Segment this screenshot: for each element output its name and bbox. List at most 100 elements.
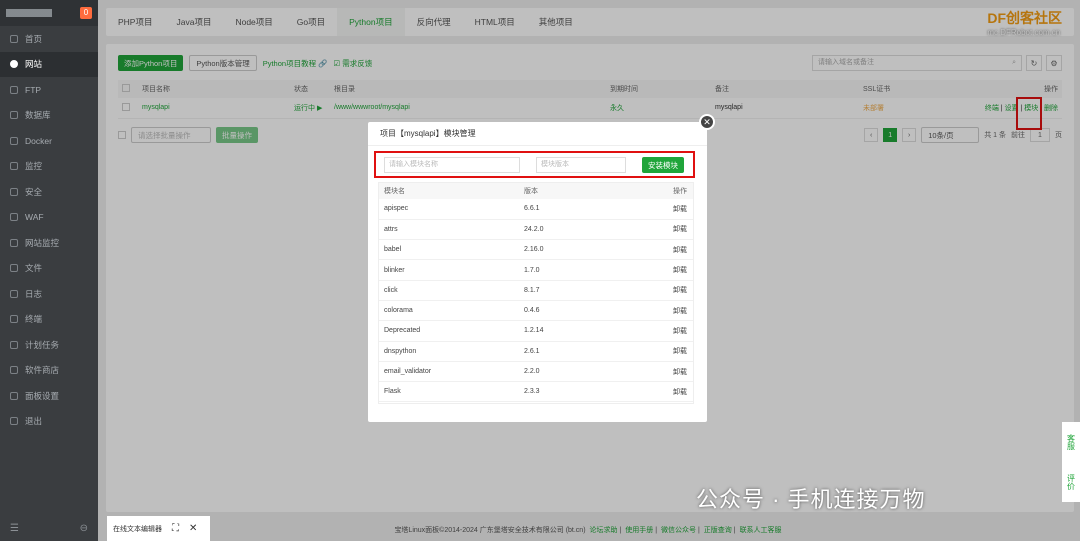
- sidebar-item-icon: [10, 34, 18, 43]
- collapse-icon[interactable]: ⊖: [80, 523, 88, 534]
- sidebar-item[interactable]: 监控: [0, 154, 98, 180]
- sidebar-item[interactable]: 软件商店: [0, 358, 98, 384]
- module-version: 1.2.14: [519, 320, 606, 342]
- uninstall-button[interactable]: 卸载: [605, 341, 693, 362]
- module-row: apispec 6.6.1 卸载: [379, 199, 693, 220]
- uninstall-button[interactable]: 卸载: [605, 320, 693, 342]
- sidebar-item-icon: [10, 238, 18, 247]
- customer-service-button[interactable]: 客服: [1066, 434, 1077, 450]
- module-name: Flask: [379, 381, 519, 403]
- module-manager-dialog: 项目【mysqlapi】模块管理 ✕ 请输入模块名称 模块版本 安装模块 模块名…: [368, 114, 715, 422]
- menu-icon[interactable]: ☰: [10, 523, 19, 534]
- install-row-highlight: [374, 151, 695, 178]
- sidebar-item-label: 计划任务: [25, 339, 60, 350]
- sidebar-item-icon: [10, 162, 18, 171]
- sidebar-item-icon: [10, 187, 18, 196]
- sidebar-item-icon: [10, 213, 18, 222]
- sidebar-item[interactable]: 文件: [0, 256, 98, 282]
- sidebar-item-icon: [10, 111, 18, 120]
- text-editor-tab[interactable]: 在线文本编辑器 ⛶ ✕: [107, 516, 210, 541]
- sidebar-item-label: 首页: [25, 33, 43, 44]
- sidebar-item-icon: [10, 366, 18, 375]
- side-float-panel: 客服 评价: [1062, 422, 1080, 502]
- module-row: Deprecated 1.2.14 卸载: [379, 320, 693, 342]
- uninstall-button[interactable]: 卸载: [605, 300, 693, 322]
- module-row: click 8.1.7 卸载: [379, 280, 693, 301]
- close-editor-icon[interactable]: ✕: [189, 523, 197, 534]
- module-version: 8.1.7: [519, 280, 606, 301]
- sidebar-item-label: 面板设置: [25, 390, 60, 401]
- module-row: dnspython 2.6.1 卸载: [379, 341, 693, 362]
- sidebar-item-icon: [10, 289, 18, 298]
- sidebar-item[interactable]: 首页: [0, 26, 98, 52]
- sidebar-item-label: 数据库: [25, 110, 51, 121]
- sidebar-item[interactable]: 网站监控: [0, 230, 98, 256]
- sidebar-item-icon: [10, 85, 18, 94]
- sidebar-item-icon: [10, 264, 18, 273]
- sidebar: 0 首页网站 FTP 数据库 Docker 监控安全 WAF 网站监控文件日志终端计划任务软…: [0, 0, 98, 541]
- sidebar-item-label: FTP: [25, 84, 42, 95]
- sidebar-item[interactable]: FTP: [0, 77, 98, 103]
- sidebar-item-label: 网站监控: [25, 237, 60, 248]
- dialog-title: 项目【mysqlapi】模块管理: [368, 122, 707, 146]
- module-name: click: [379, 280, 519, 301]
- module-row: babel 2.16.0 卸载: [379, 239, 693, 261]
- sidebar-nav: 首页网站 FTP 数据库 Docker 监控安全 WAF 网站监控文件日志终端计划任务软件商…: [0, 26, 98, 434]
- sidebar-item[interactable]: WAF: [0, 205, 98, 231]
- sidebar-item-label: WAF: [25, 212, 44, 223]
- uninstall-button[interactable]: 卸载: [605, 239, 693, 261]
- server-ip: [6, 9, 72, 17]
- sidebar-footer: ☰ ⊖: [0, 515, 98, 541]
- sidebar-item-label: 安全: [25, 186, 43, 197]
- module-row: email_validator 2.2.0 卸载: [379, 361, 693, 383]
- sidebar-item-icon: [10, 60, 18, 69]
- uninstall-button[interactable]: 卸载: [605, 280, 693, 301]
- sidebar-item[interactable]: 计划任务: [0, 332, 98, 358]
- col-module-action: 操作: [605, 183, 693, 199]
- module-name: attrs: [379, 219, 519, 241]
- uninstall-button[interactable]: 卸载: [605, 381, 693, 403]
- watermark: 公众号 · 手机连接万物: [696, 487, 926, 512]
- module-name: email_validator: [379, 361, 519, 383]
- close-icon[interactable]: ✕: [699, 114, 715, 130]
- sidebar-item-icon: [10, 340, 18, 349]
- sidebar-item[interactable]: 网站: [0, 51, 98, 77]
- sidebar-item-label: 文件: [25, 263, 43, 274]
- fullscreen-icon[interactable]: ⛶: [172, 523, 179, 534]
- col-module-name: 模块名: [379, 183, 519, 199]
- module-table: 模块名 版本 操作 apispec 6.6.1 卸载 attrs 24.2.0 卸载 bab…: [379, 183, 693, 403]
- sidebar-item-icon: [10, 136, 18, 145]
- module-name: Deprecated: [379, 320, 519, 342]
- sidebar-item[interactable]: 退出: [0, 409, 98, 435]
- sidebar-item[interactable]: 面板设置: [0, 383, 98, 409]
- notification-badge[interactable]: 0: [80, 7, 92, 19]
- sidebar-item[interactable]: 安全: [0, 179, 98, 205]
- uninstall-button[interactable]: 卸载: [605, 361, 693, 383]
- sidebar-item-label: Docker: [25, 135, 52, 146]
- module-table-container[interactable]: 模块名 版本 操作 apispec 6.6.1 卸载 attrs 24.2.0 卸载 bab…: [378, 182, 694, 404]
- sidebar-item-icon: [10, 417, 18, 426]
- module-version: 2.6.1: [519, 341, 606, 362]
- sidebar-item[interactable]: 终端: [0, 307, 98, 333]
- sidebar-item-label: 网站: [25, 59, 43, 70]
- sidebar-item-label: 日志: [25, 288, 43, 299]
- sidebar-item-label: 监控: [25, 161, 43, 172]
- uninstall-button[interactable]: 卸载: [605, 219, 693, 241]
- module-name: blinker: [379, 259, 519, 281]
- sidebar-item[interactable]: Docker: [0, 128, 98, 154]
- sidebar-item[interactable]: 日志: [0, 281, 98, 307]
- module-name: colorama: [379, 300, 519, 322]
- sidebar-item[interactable]: 数据库: [0, 103, 98, 129]
- module-row: colorama 0.4.6 卸载: [379, 300, 693, 322]
- module-name: babel: [379, 239, 519, 261]
- uninstall-button[interactable]: 卸载: [605, 259, 693, 281]
- module-version: 0.4.6: [519, 300, 606, 322]
- server-header[interactable]: 0: [0, 0, 98, 26]
- feedback-button[interactable]: 评价: [1066, 474, 1077, 490]
- sidebar-item-label: 终端: [25, 314, 43, 325]
- module-version: 2.16.0: [519, 239, 606, 261]
- module-version: 2.2.0: [519, 361, 606, 383]
- sidebar-item-label: 退出: [25, 416, 43, 427]
- module-version: 1.7.0: [519, 259, 606, 281]
- uninstall-button[interactable]: 卸载: [605, 199, 693, 220]
